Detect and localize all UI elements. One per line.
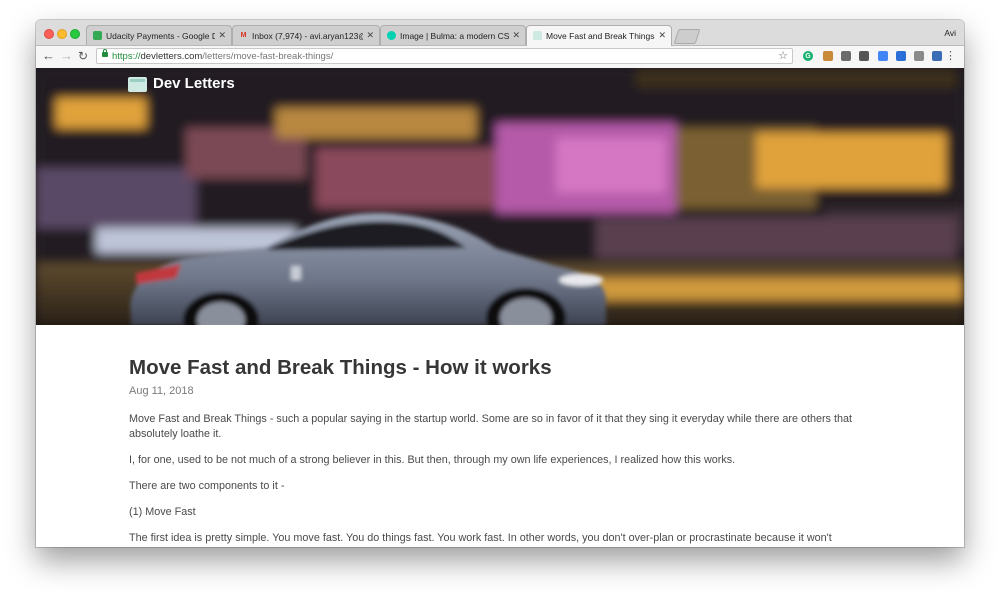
url-text[interactable]: https://devletters.com/letters/move-fast… [112, 51, 333, 62]
tab-title: Move Fast and Break Things - [546, 31, 655, 41]
tab-move-fast[interactable]: Move Fast and Break Things - ✕ [526, 25, 672, 46]
close-window-button[interactable] [44, 29, 54, 39]
paragraph: Move Fast and Break Things - such a popu… [129, 413, 852, 440]
drive-icon [93, 31, 102, 40]
lock-icon [102, 49, 108, 57]
hero-image: Dev Letters [36, 68, 964, 325]
extension-icon[interactable] [932, 51, 942, 61]
tab-inbox[interactable]: M Inbox (7,974) - avi.aryan123@ ✕ [232, 25, 380, 45]
tab-bulma[interactable]: Image | Bulma: a modern CSS ✕ [380, 25, 526, 45]
extension-icon[interactable] [823, 51, 833, 61]
tab-udacity-payments[interactable]: Udacity Payments - Google D ✕ [86, 25, 232, 45]
pocket-icon[interactable] [859, 51, 869, 61]
bulma-icon [387, 31, 396, 40]
reload-icon[interactable]: ↻ [78, 49, 88, 63]
paragraph: There are two components to it - [129, 480, 285, 492]
shield-icon[interactable] [841, 51, 851, 61]
grammarly-icon[interactable]: G [803, 51, 813, 61]
paragraph: I, for one, used to be not much of a str… [129, 454, 736, 466]
close-tab-icon[interactable]: ✕ [658, 30, 666, 41]
post-date: Aug 11, 2018 [129, 385, 194, 397]
close-tab-icon[interactable]: ✕ [512, 30, 520, 41]
extension-icon[interactable] [914, 51, 924, 61]
hero-photo-car [36, 68, 964, 325]
bookmark-star-icon[interactable]: ☆ [778, 49, 788, 62]
browser-window: Udacity Payments - Google D ✕ M Inbox (7… [36, 20, 964, 547]
address-bar[interactable]: https://devletters.com/letters/move-fast… [96, 48, 793, 64]
close-tab-icon[interactable]: ✕ [218, 30, 226, 41]
minimize-window-button[interactable] [57, 29, 67, 39]
profile-name[interactable]: Avi [944, 28, 956, 38]
paragraph: (1) Move Fast [129, 506, 196, 518]
maximize-window-button[interactable] [70, 29, 80, 39]
menu-dots-icon[interactable]: ⋮ [945, 50, 956, 62]
forward-arrow-icon[interactable]: → [60, 49, 73, 63]
envelope-icon [533, 31, 542, 40]
tab-title: Inbox (7,974) - avi.aryan123@ [252, 31, 363, 41]
extension-icon[interactable] [878, 51, 888, 61]
site-logo[interactable]: Dev Letters [153, 75, 235, 92]
envelope-logo-icon [128, 77, 147, 92]
tab-title: Udacity Payments - Google D [106, 31, 215, 41]
tab-title: Image | Bulma: a modern CSS [400, 31, 509, 41]
tab-strip: Udacity Payments - Google D ✕ M Inbox (7… [36, 20, 964, 46]
back-arrow-icon[interactable]: ← [42, 49, 55, 63]
new-tab-button[interactable] [673, 29, 701, 44]
post-title: Move Fast and Break Things - How it work… [129, 356, 552, 379]
gmail-icon: M [240, 32, 247, 39]
close-tab-icon[interactable]: ✕ [366, 30, 374, 41]
paragraph: The first idea is pretty simple. You mov… [129, 532, 832, 544]
browser-toolbar: ← → ↻ https://devletters.com/letters/mov… [36, 46, 964, 69]
airplane-icon[interactable] [896, 51, 906, 61]
